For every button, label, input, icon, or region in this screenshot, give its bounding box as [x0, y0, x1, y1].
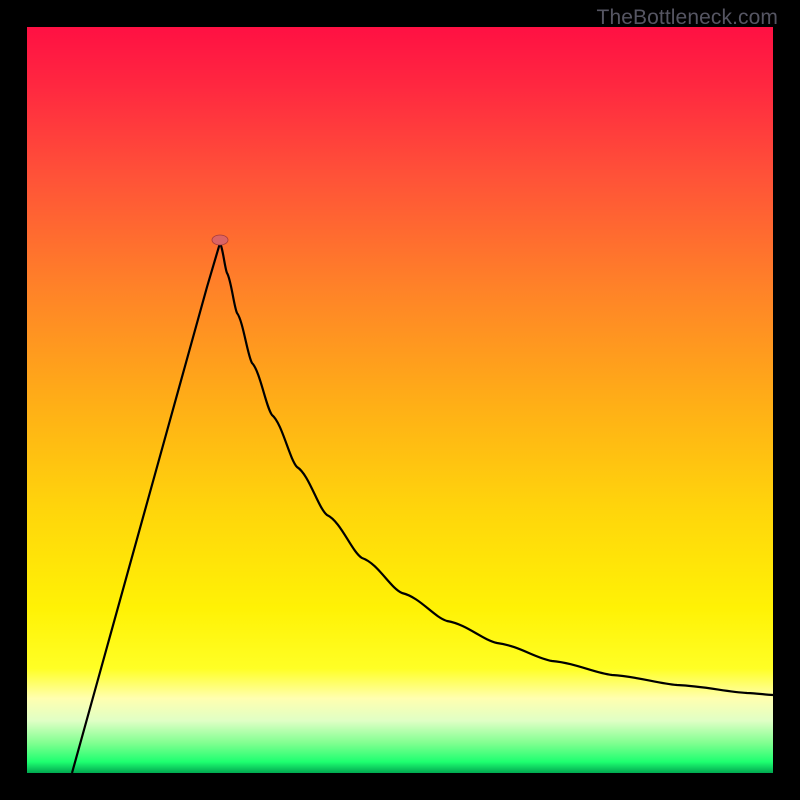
chart-plot-area — [27, 27, 773, 773]
chart-svg — [27, 27, 773, 773]
chart-background — [27, 27, 773, 773]
minimum-marker — [212, 235, 228, 245]
